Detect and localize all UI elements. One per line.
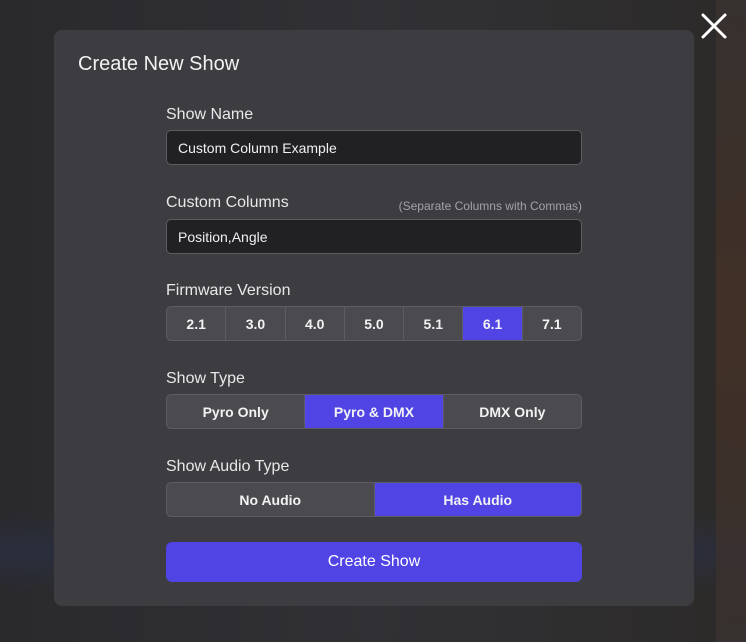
audio-type-option[interactable]: Has Audio [374, 483, 581, 516]
custom-columns-input[interactable] [166, 219, 582, 254]
firmware-option[interactable]: 7.1 [523, 307, 581, 340]
audio-type-selector: No Audio Has Audio [166, 482, 582, 517]
show-type-option[interactable]: Pyro Only [167, 395, 306, 428]
firmware-option[interactable]: 5.1 [404, 307, 464, 340]
firmware-option[interactable]: 2.1 [167, 307, 227, 340]
show-name-input[interactable] [166, 130, 582, 165]
show-type-selector: Pyro Only Pyro & DMX DMX Only [166, 394, 582, 429]
show-type-label: Show Type [166, 370, 245, 387]
firmware-option[interactable]: 3.0 [226, 307, 286, 340]
firmware-option[interactable]: 6.1 [463, 307, 523, 340]
show-name-label: Show Name [166, 106, 254, 123]
audio-type-option[interactable]: No Audio [167, 483, 375, 516]
firmware-version-label: Firmware Version [166, 282, 291, 299]
audio-type-label: Show Audio Type [166, 458, 290, 475]
firmware-option[interactable]: 5.0 [345, 307, 405, 340]
backdrop-edge [716, 0, 746, 642]
show-type-option[interactable]: DMX Only [444, 395, 581, 428]
custom-columns-hint: (Separate Columns with Commas) [398, 199, 582, 213]
close-icon [701, 13, 727, 39]
custom-columns-label: Custom Columns [166, 194, 289, 211]
firmware-option[interactable]: 4.0 [286, 307, 345, 340]
dialog-title: Create New Show [78, 53, 240, 75]
show-type-option[interactable]: Pyro & DMX [305, 395, 444, 428]
firmware-version-selector: 2.1 3.0 4.0 5.0 5.1 6.1 7.1 [166, 306, 582, 341]
close-button[interactable] [700, 12, 728, 40]
create-show-dialog: Create New Show Show Name Custom Columns… [54, 30, 694, 606]
create-show-button[interactable]: Create Show [166, 542, 582, 582]
